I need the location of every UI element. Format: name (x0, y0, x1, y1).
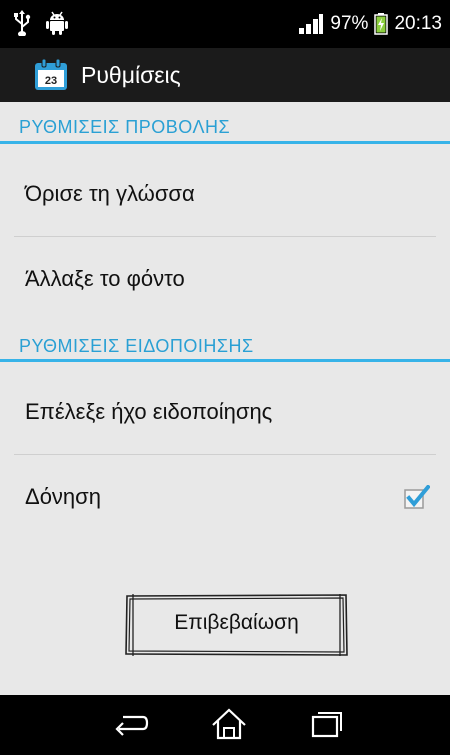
battery-charging-icon (374, 13, 389, 35)
pref-label: Άλλαξε το φόντο (25, 266, 185, 291)
confirm-button-label: Επιβεβαίωση (174, 611, 299, 634)
pref-label: Δόνηση (25, 484, 101, 509)
section-header-notifications: ΡΥΘΜΙΣΕΙΣ ΕΙΔΟΠΟΙΗΣΗΣ (19, 336, 254, 356)
pref-vibration[interactable]: Δόνηση (0, 455, 450, 539)
section-rule (0, 141, 450, 144)
action-bar: 23 Ρυθμίσεις (0, 48, 450, 102)
recent-apps-icon[interactable] (307, 707, 347, 741)
back-icon[interactable] (111, 707, 151, 741)
section-header-display: ΡΥΘΜΙΣΕΙΣ ΠΡΟΒΟΛΗΣ (19, 117, 231, 137)
pref-notification-sound[interactable]: Επέλεξε ήχο ειδοποίησης (0, 370, 450, 454)
usb-icon (14, 10, 31, 36)
confirm-button[interactable]: Επιβεβαίωση (124, 593, 349, 657)
vibration-checkbox[interactable] (404, 485, 430, 509)
status-right: 97% 20:13 (298, 0, 442, 48)
status-bar: 97% 20:13 (0, 0, 450, 48)
calendar-icon[interactable]: 23 (34, 59, 68, 91)
app-title: Ρυθμίσεις (81, 62, 181, 88)
battery-percent: 97% (330, 13, 369, 34)
pref-change-background[interactable]: Άλλαξε το φόντο (0, 237, 450, 321)
pref-label: Όρισε τη γλώσσα (25, 181, 195, 206)
navigation-bar (0, 695, 450, 755)
pref-set-language[interactable]: Όρισε τη γλώσσα (0, 152, 450, 236)
status-time: 20:13 (394, 13, 442, 34)
section-rule (0, 359, 450, 362)
calendar-icon-number: 23 (45, 75, 57, 87)
home-icon[interactable] (209, 707, 249, 741)
android-icon (46, 11, 68, 35)
pref-label: Επέλεξε ήχο ειδοποίησης (25, 399, 273, 424)
signal-icon (299, 14, 324, 34)
